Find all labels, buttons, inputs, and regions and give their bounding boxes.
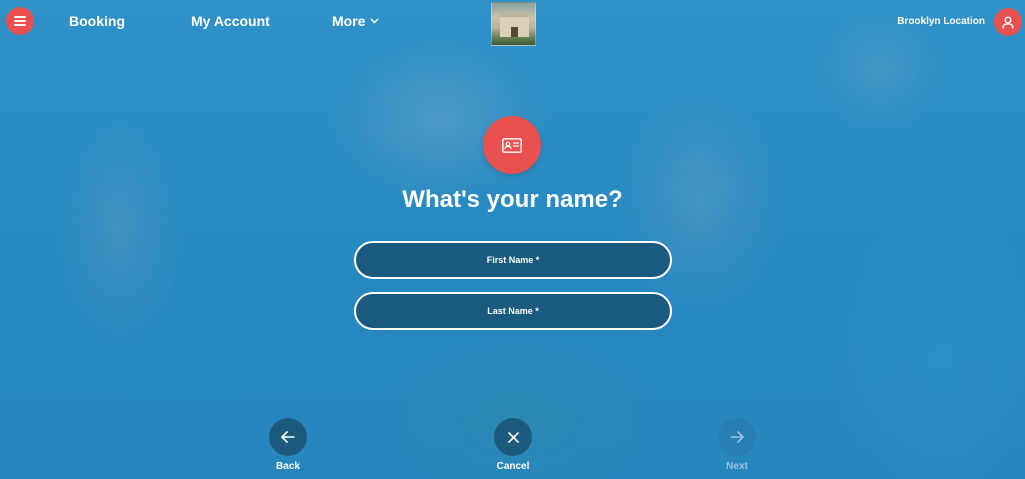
id-card-icon xyxy=(502,137,522,153)
location-logo[interactable] xyxy=(491,2,536,46)
close-icon xyxy=(507,431,519,443)
hamburger-menu-icon xyxy=(14,16,26,26)
cancel-circle[interactable] xyxy=(494,418,532,456)
arrow-right-icon xyxy=(730,431,744,443)
nav-my-account[interactable]: My Account xyxy=(191,13,270,29)
background-photo xyxy=(0,0,1025,479)
page-title: What's your name? xyxy=(402,186,623,213)
last-name-input[interactable] xyxy=(354,292,672,330)
nav-more[interactable]: More xyxy=(332,13,379,29)
chevron-down-icon xyxy=(370,18,379,24)
arrow-left-icon xyxy=(281,431,295,443)
user-button[interactable] xyxy=(994,8,1022,36)
next-label: Next xyxy=(726,461,748,472)
nav-more-label: More xyxy=(332,13,366,29)
back-label: Back xyxy=(276,461,300,472)
cancel-button[interactable]: Cancel xyxy=(483,418,543,472)
nav-booking[interactable]: Booking xyxy=(69,13,125,29)
logo-door xyxy=(511,27,518,37)
back-button[interactable]: Back xyxy=(258,418,318,472)
top-nav: Booking My Account More Brooklyn Locatio… xyxy=(0,0,1025,46)
id-card-badge xyxy=(483,116,541,174)
first-name-input[interactable] xyxy=(354,241,672,279)
location-name[interactable]: Brooklyn Location xyxy=(897,16,985,27)
cancel-label: Cancel xyxy=(496,461,530,472)
next-button[interactable]: Next xyxy=(707,418,767,472)
user-icon xyxy=(1002,16,1014,29)
back-circle[interactable] xyxy=(269,418,307,456)
menu-button[interactable] xyxy=(6,7,34,35)
next-circle[interactable] xyxy=(718,418,756,456)
